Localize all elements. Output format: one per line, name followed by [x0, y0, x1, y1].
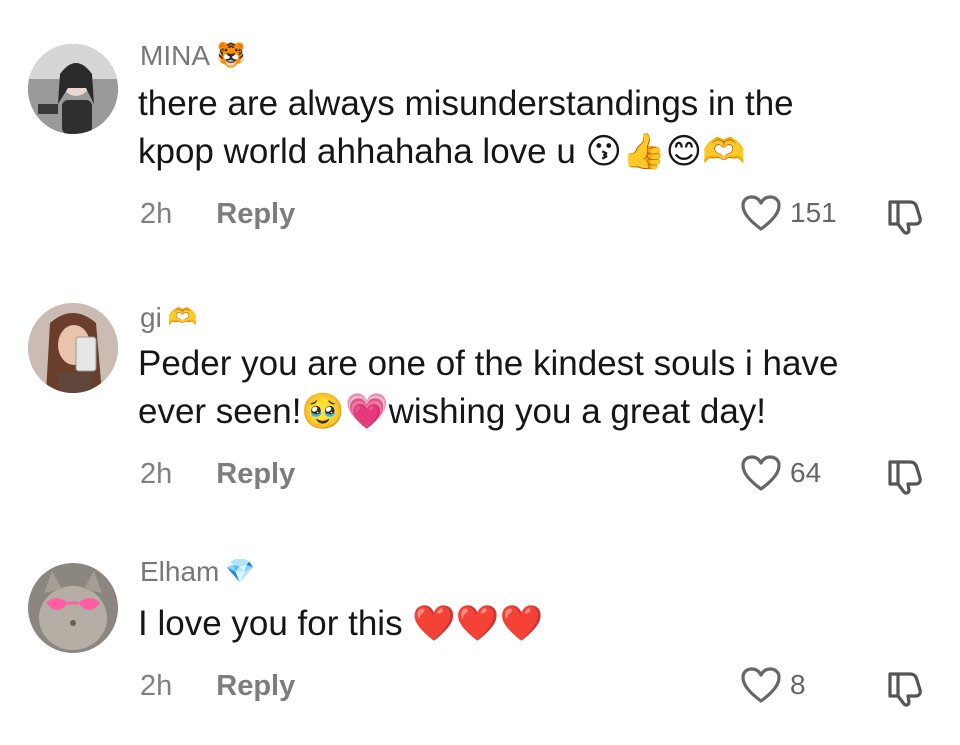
- like-button[interactable]: 151: [740, 194, 837, 232]
- username-label: gi: [140, 302, 162, 333]
- dislike-button[interactable]: [884, 196, 924, 236]
- comment-text-line: there are always misunderstandings in th…: [138, 84, 794, 123]
- thumbs-down-icon: [888, 460, 922, 495]
- like-button[interactable]: 64: [740, 454, 821, 492]
- username-label: Elham: [140, 556, 220, 587]
- avatar[interactable]: [28, 44, 118, 134]
- comment-meta: 2h Reply: [140, 458, 295, 491]
- comment-username[interactable]: MINA 🐯: [140, 40, 246, 72]
- heart-hands-emoji-icon: 🫶: [167, 304, 198, 331]
- username-label: MINA: [140, 40, 210, 71]
- comment-text: I love you for this ❤️❤️❤️: [138, 600, 928, 648]
- like-button[interactable]: 8: [740, 666, 806, 704]
- avatar[interactable]: [28, 563, 118, 653]
- comment-text-line: ever seen!🥹💗wishing you a great day!: [138, 392, 767, 431]
- reply-button[interactable]: Reply: [216, 670, 295, 703]
- reply-button[interactable]: Reply: [216, 458, 295, 491]
- comment-text-line: kpop world ahhahaha love u 😗👍😊🫶: [138, 132, 746, 171]
- heart-outline-icon: [741, 455, 781, 491]
- comment-meta: 2h Reply: [140, 198, 295, 231]
- reply-button[interactable]: Reply: [216, 198, 295, 231]
- comment-username[interactable]: Elham 💎: [140, 556, 255, 588]
- comment-text: Peder you are one of the kindest souls i…: [138, 340, 928, 436]
- like-count: 64: [790, 457, 822, 488]
- heart-outline-icon: [741, 195, 781, 231]
- avatar[interactable]: [28, 303, 118, 393]
- comment-text-line: Peder you are one of the kindest souls i…: [138, 344, 839, 383]
- dislike-button[interactable]: [884, 456, 924, 496]
- dislike-button[interactable]: [884, 668, 924, 708]
- like-count: 8: [790, 669, 806, 700]
- tiger-emoji-icon: 🐯: [216, 42, 246, 69]
- heart-outline-icon: [741, 667, 781, 703]
- comment-meta: 2h Reply: [140, 670, 295, 703]
- thumbs-down-icon: [888, 672, 922, 707]
- timestamp: 2h: [140, 458, 173, 490]
- comment-text: there are always misunderstandings in th…: [138, 80, 928, 176]
- timestamp: 2h: [140, 670, 173, 702]
- comment-text-line: I love you for this ❤️❤️❤️: [138, 604, 544, 643]
- timestamp: 2h: [140, 198, 173, 230]
- gem-emoji-icon: 💎: [225, 558, 256, 585]
- like-count: 151: [790, 197, 837, 228]
- comment-username[interactable]: gi 🫶: [140, 302, 198, 334]
- thumbs-down-icon: [888, 200, 922, 235]
